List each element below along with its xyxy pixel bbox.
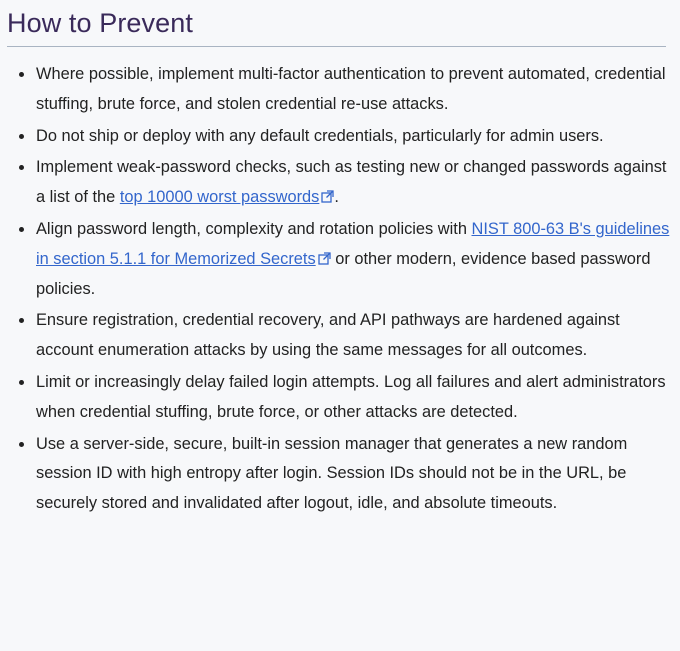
list-item-text: Use a server-side, secure, built-in sess… — [36, 434, 628, 513]
list-item-text: Limit or increasingly delay failed login… — [36, 372, 666, 421]
list-item-text: Do not ship or deploy with any default c… — [36, 126, 604, 145]
list-item-failed-logins: Limit or increasingly delay failed login… — [7, 368, 670, 428]
bullet — [19, 318, 24, 324]
prevention-list: Where possible, implement multi-factor a… — [7, 47, 670, 519]
page: How to Prevent Where possible, implement… — [0, 0, 680, 651]
list-item-default-credentials: Do not ship or deploy with any default c… — [7, 122, 670, 152]
section-heading: How to Prevent — [7, 8, 193, 38]
list-item-account-enumeration: Ensure registration, credential recovery… — [7, 306, 670, 366]
worst-passwords-link[interactable]: top 10000 worst passwords — [120, 188, 335, 206]
list-item-weak-password-checks: Implement weak-password checks, such as … — [7, 153, 670, 213]
bullet — [19, 379, 24, 385]
bullet — [19, 72, 24, 77]
external-link-icon — [321, 190, 335, 203]
bullet — [19, 441, 24, 447]
bullet — [19, 165, 24, 171]
external-link-icon — [318, 252, 331, 265]
bullet — [19, 226, 24, 232]
bullet — [19, 133, 24, 139]
link-text[interactable]: top 10000 worst passwords — [120, 188, 320, 206]
list-item-text: Ensure registration, credential recovery… — [36, 311, 620, 360]
list-item-text-suffix: . — [334, 188, 339, 207]
list-item-mfa: Where possible, implement multi-factor a… — [7, 60, 670, 120]
list-item-text: Align password length, complexity and ro… — [36, 219, 472, 238]
list-item-password-policies: Align password length, complexity and ro… — [7, 215, 670, 304]
list-item-text: Where possible, implement multi-factor a… — [36, 65, 666, 113]
list-item-session-manager: Use a server-side, secure, built-in sess… — [7, 430, 670, 519]
